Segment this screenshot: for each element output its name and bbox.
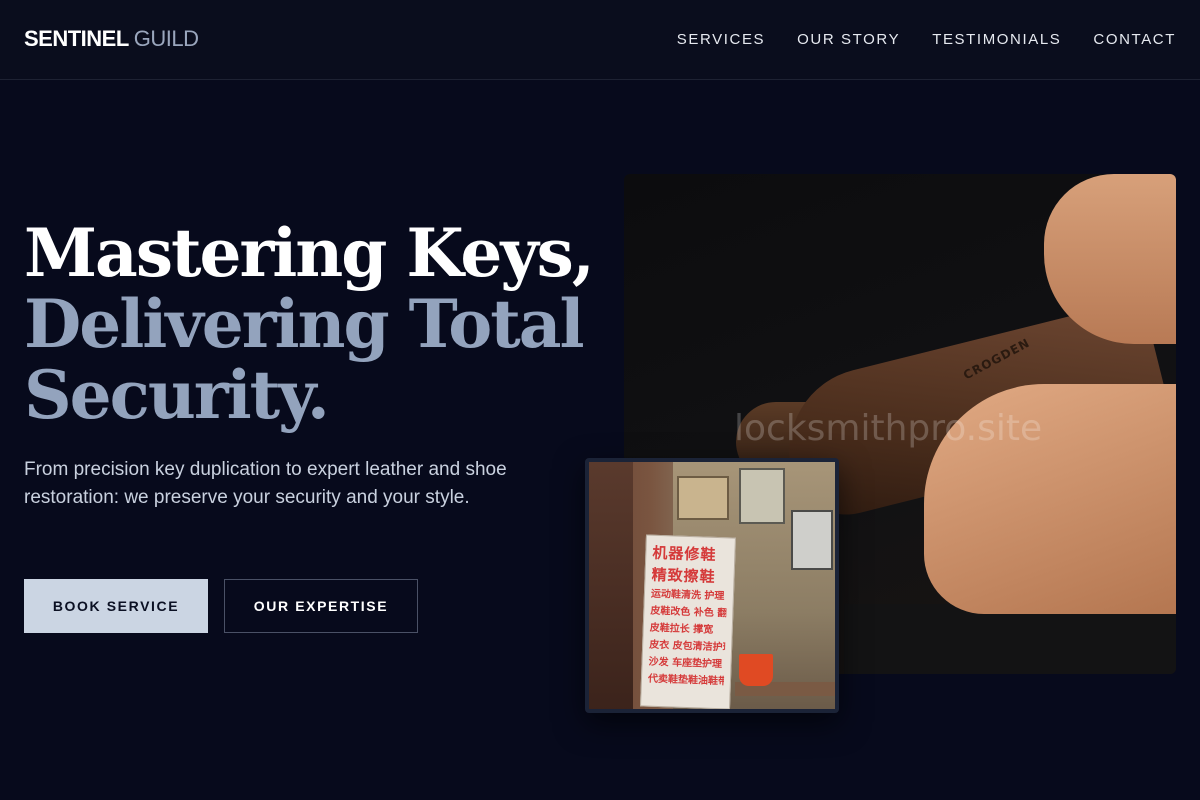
image-watermark: locksmithpro.site (734, 408, 1043, 449)
doorway (589, 462, 633, 709)
sign-line: 代卖鞋垫鞋油鞋带 (647, 673, 725, 688)
sign-line: 皮鞋拉长 撑宽 (649, 622, 714, 636)
sign-line: 精致擦鞋 (651, 565, 716, 586)
our-expertise-button[interactable]: OUR EXPERTISE (224, 579, 418, 633)
hero-description: From precision key duplication to expert… (24, 459, 507, 508)
shoe-stand (844, 604, 1176, 674)
brand-logo[interactable]: SENTINEL GUILD (24, 26, 199, 52)
sign-line: 沙发 车座垫护理 (648, 656, 723, 671)
nav-link-services[interactable]: SERVICES (677, 31, 765, 48)
nav-link-our-story[interactable]: OUR STORY (797, 31, 900, 48)
brand-name-light: GUILD (133, 26, 199, 51)
headline-line-2: Delivering Total (24, 285, 585, 363)
red-bucket (739, 654, 773, 686)
sign-line: 机器修鞋 (652, 543, 717, 564)
nav-link-testimonials[interactable]: TESTIMONIALS (932, 31, 1061, 48)
sign-line: 运动鞋清洗 护理 (650, 588, 725, 603)
electrical-box (677, 476, 729, 520)
sign-line: 皮鞋改色 补色 翻新 (650, 605, 727, 620)
headline-line-3: Security. (24, 356, 330, 434)
headline-line-1: Mastering Keys, (24, 214, 595, 292)
book-service-button[interactable]: BOOK SERVICE (24, 579, 208, 633)
shop-sign-image: 机器修鞋 精致擦鞋 运动鞋清洗 护理 皮鞋改色 补色 翻新 皮鞋拉长 撑宽 皮衣… (585, 458, 839, 713)
repair-sign: 机器修鞋 精致擦鞋 运动鞋清洗 护理 皮鞋改色 补色 翻新 皮鞋拉长 撑宽 皮衣… (640, 534, 736, 709)
electrical-box (791, 510, 833, 570)
hero-headline: Mastering Keys, Delivering Total Securit… (24, 218, 624, 431)
sign-line: 皮衣 皮包清洁护理 (648, 639, 726, 654)
nav-menu: SERVICES OUR STORY TESTIMONIALS CONTACT (677, 31, 1176, 48)
nav-link-contact[interactable]: CONTACT (1093, 31, 1176, 48)
brand-name-strong: SENTINEL (24, 26, 129, 51)
navbar: SENTINEL GUILD SERVICES OUR STORY TESTIMO… (0, 0, 1200, 80)
electrical-box (739, 468, 785, 524)
